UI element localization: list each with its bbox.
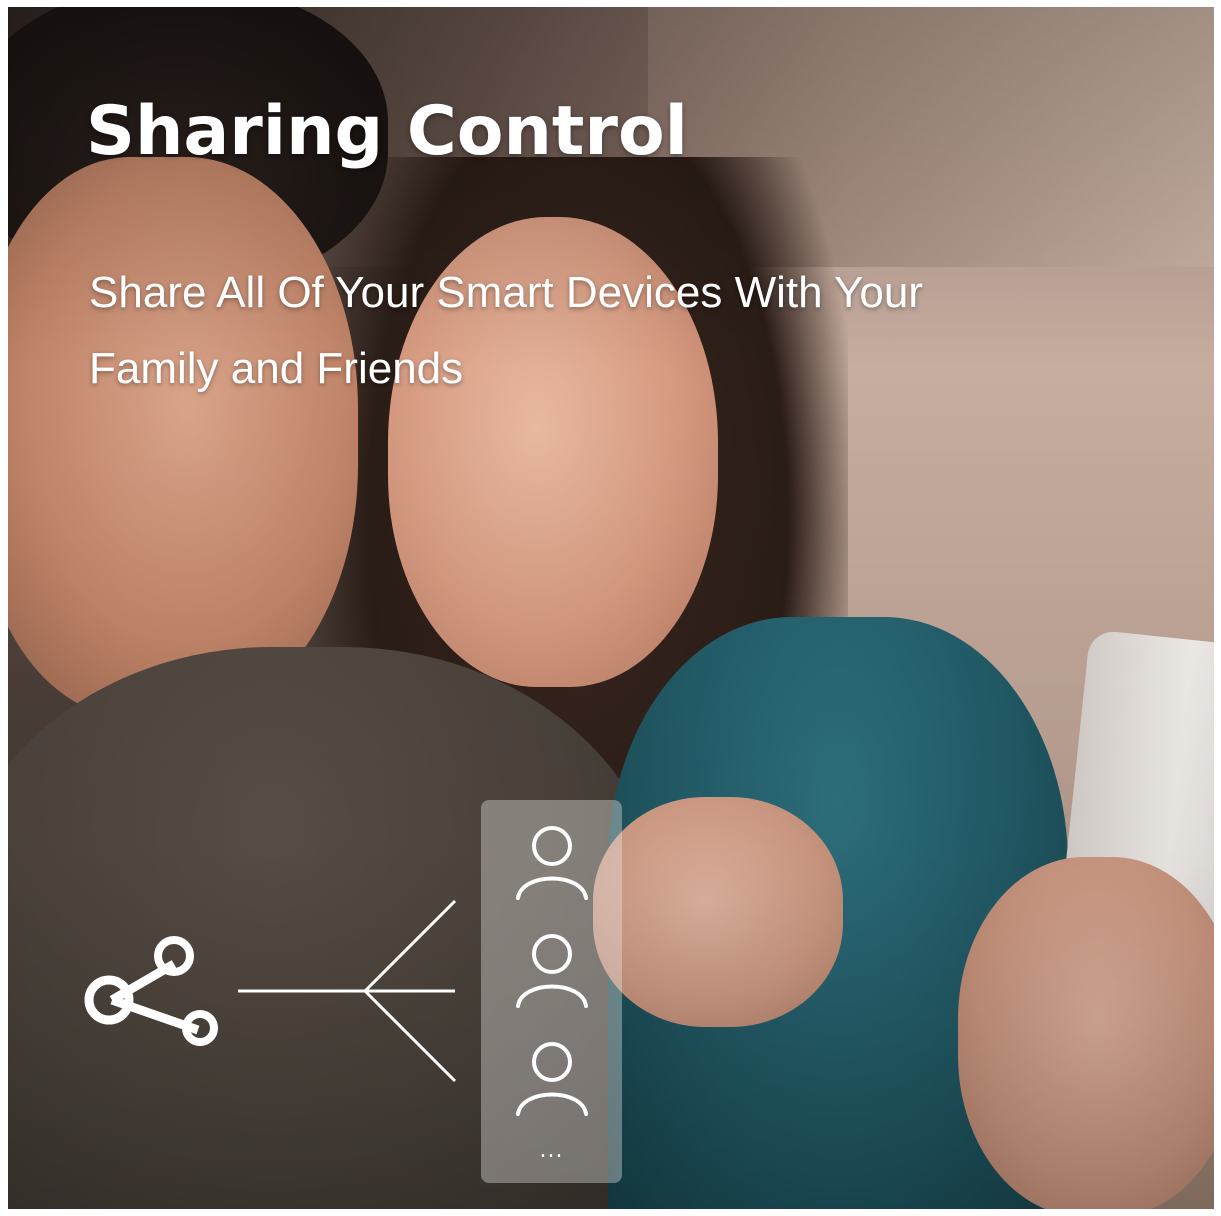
subheadline: Share All Of Your Smart Devices With You… — [89, 268, 923, 393]
user-icon — [516, 826, 588, 900]
user-icon — [516, 934, 588, 1008]
connector-lines — [238, 899, 457, 1083]
shared-users-panel: ... — [481, 800, 622, 1183]
user-icon — [516, 1042, 588, 1116]
headline: Sharing Control — [86, 92, 688, 171]
more-users-indicator: ... — [539, 1138, 564, 1163]
share-icon — [84, 936, 218, 1046]
